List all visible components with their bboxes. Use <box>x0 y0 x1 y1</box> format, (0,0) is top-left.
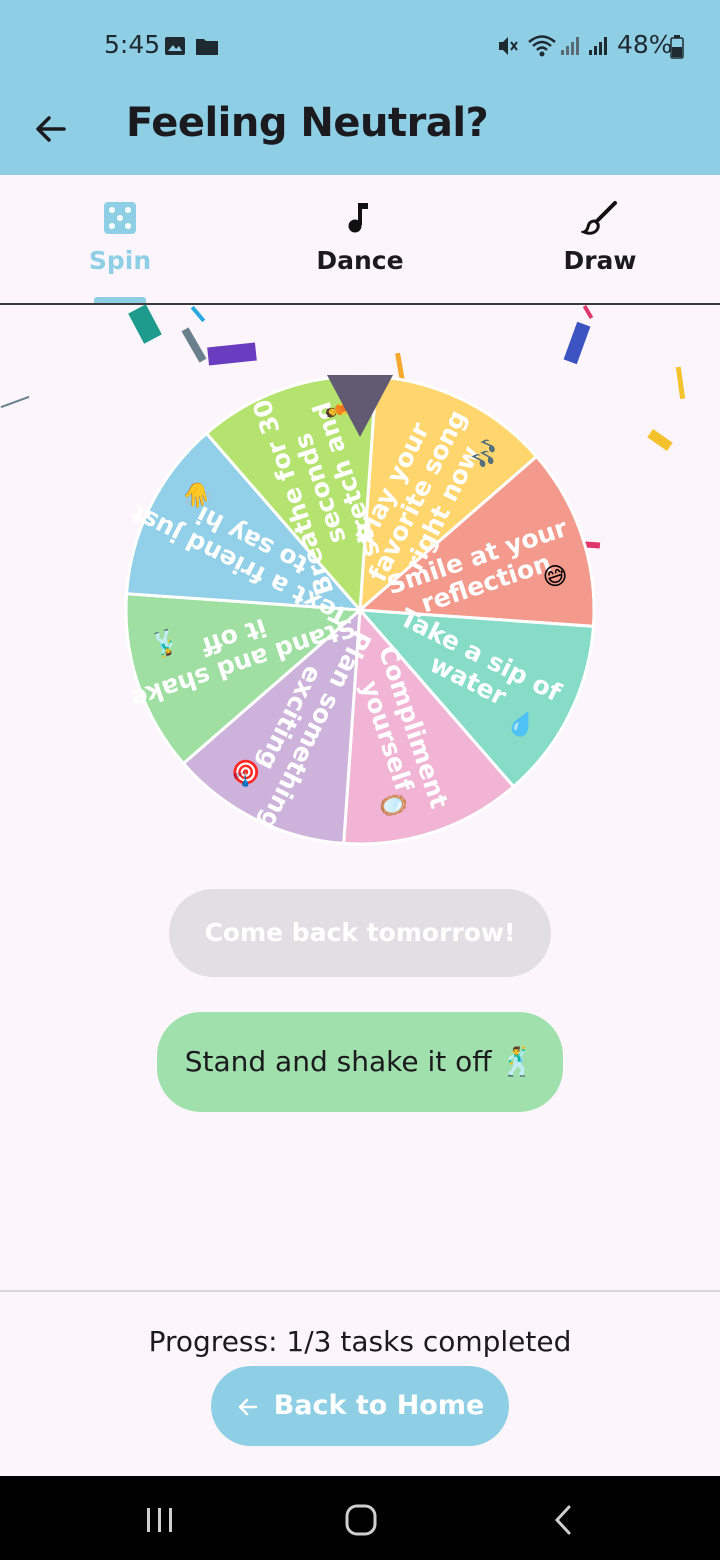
signal-icon <box>561 37 579 55</box>
arrow-left-icon <box>238 1398 257 1415</box>
system-nav-bar <box>0 1476 720 1560</box>
recents-icon[interactable] <box>144 1506 176 1534</box>
tab-draw[interactable]: Draw <box>480 175 720 303</box>
mute-icon <box>499 37 518 55</box>
signal-icon <box>589 37 607 55</box>
battery-icon <box>670 35 684 59</box>
tab-spin[interactable]: Spin <box>0 175 240 303</box>
back-icon[interactable] <box>550 1504 578 1536</box>
tab-draw-label: Draw <box>563 246 637 275</box>
tab-spin-label: Spin <box>88 246 152 275</box>
progress-text: Progress: 1/3 tasks completed <box>148 1325 572 1358</box>
tab-dance-label: Dance <box>316 246 404 275</box>
wifi-icon <box>528 35 556 57</box>
arrow-left-icon[interactable] <box>30 108 72 150</box>
tab-dance[interactable]: Dance <box>240 175 480 303</box>
app-bar: Feeling Neutral? <box>0 92 720 175</box>
back-to-home-button[interactable]: Back to Home <box>211 1366 509 1446</box>
tab-bar: Spin Dance Draw <box>0 175 720 305</box>
spin-button[interactable]: Come back tomorrow! <box>169 889 551 977</box>
status-bar: 5:45 48% <box>0 0 720 92</box>
back-to-home-label: Back to Home <box>273 1390 485 1421</box>
battery-percent: 48% <box>617 30 673 59</box>
music-note-icon <box>348 203 368 233</box>
result-chip: Stand and shake it off 🕺 <box>157 1012 563 1112</box>
page-title: Feeling Neutral? <box>126 100 489 146</box>
brush-icon <box>581 201 617 235</box>
image-icon <box>165 37 185 55</box>
spin-wheel[interactable]: Play yourfavorite songright now🎶Smile at… <box>0 303 720 863</box>
divider <box>0 1290 720 1292</box>
dice-icon <box>104 202 136 234</box>
folder-icon <box>196 39 218 55</box>
home-icon[interactable] <box>344 1504 378 1536</box>
status-time: 5:45 <box>104 30 161 59</box>
